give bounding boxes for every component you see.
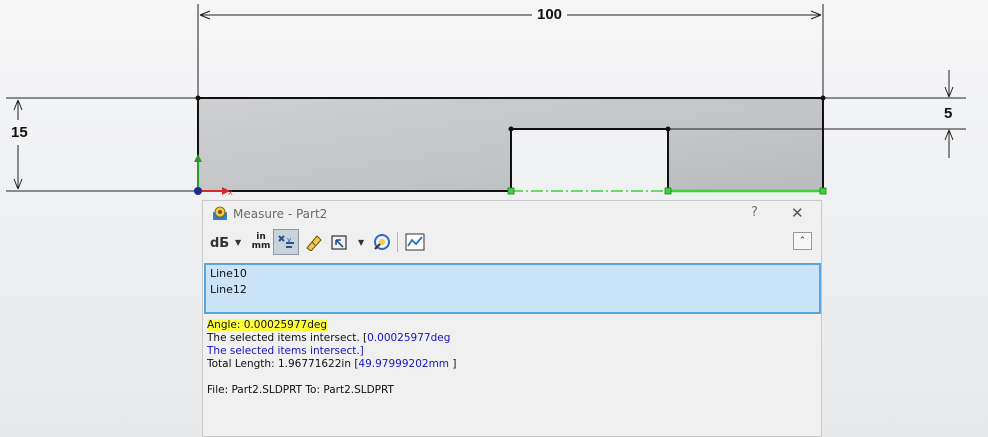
measure-history-button[interactable] <box>369 229 395 255</box>
dialog-title: Measure - Part2 <box>233 207 328 221</box>
measure-dialog: Measure - Part2 ? ✕ dБ ▼ in mm y ▼ ⌃ Lin… <box>202 200 822 437</box>
svg-text:X: X <box>228 189 233 197</box>
dimension-value-5[interactable]: 5 <box>944 106 952 122</box>
selected-endpoint[interactable] <box>507 187 515 195</box>
selection-list[interactable]: Line10 Line12 <box>204 263 821 314</box>
dimension-value-15[interactable]: 15 <box>11 125 28 141</box>
toolbar-separator <box>397 232 398 252</box>
intersect-text: The selected items intersect. [ <box>207 332 368 344</box>
total-length-text: Total Length: 1.96771622in [ <box>207 358 359 370</box>
close-button[interactable]: ✕ <box>791 204 804 222</box>
measure-titlebar[interactable]: Measure - Part2 ? ✕ <box>203 201 821 227</box>
svg-text:Y: Y <box>195 159 201 167</box>
sketch-point[interactable] <box>195 95 201 101</box>
measure-tool-icon <box>213 206 227 220</box>
angle-result: Angle: 0.00025977deg <box>207 319 328 331</box>
create-sensor-button[interactable] <box>402 229 428 255</box>
arc-circle-measure-button[interactable]: dБ <box>206 229 232 255</box>
collapse-button[interactable]: ⌃ <box>793 232 812 250</box>
selection-item[interactable]: Line10 <box>210 267 247 280</box>
intersect-angle-value: 0.00025977deg <box>367 332 451 344</box>
svg-text:dБ: dБ <box>210 236 229 251</box>
sketch-point[interactable] <box>820 95 826 101</box>
selected-endpoint[interactable] <box>664 187 672 195</box>
intersect-result-1: The selected items intersect. [0.0002597… <box>207 332 456 345</box>
dropdown-arrow-icon[interactable]: ▼ <box>235 238 241 247</box>
units-precision-icon: in mm <box>252 233 271 251</box>
file-info: File: Part2.SLDPRT To: Part2.SLDPRT <box>207 384 394 396</box>
arc-circle-measure-icon: dБ <box>210 236 229 251</box>
units-bottom-label: mm <box>251 241 271 251</box>
projection-icon <box>331 235 347 250</box>
dropdown-arrow-icon[interactable]: ▼ <box>358 238 364 247</box>
point-to-point-button[interactable] <box>300 229 326 255</box>
bracket-close: ] <box>449 358 457 370</box>
create-sensor-icon <box>405 233 425 251</box>
measure-toolbar: dБ ▼ in mm y ▼ <box>203 229 821 257</box>
total-length-result: Total Length: 1.96771622in [49.97999202m… <box>207 358 456 371</box>
dimension-value-100[interactable]: 100 <box>537 7 562 23</box>
svg-text:y: y <box>287 236 291 244</box>
intersect-result-2: The selected items intersect.] <box>207 345 364 357</box>
measure-history-icon <box>374 234 390 250</box>
sketch-point[interactable] <box>508 126 514 132</box>
measure-results: Angle: 0.00025977deg The selected items … <box>207 319 456 397</box>
xyz-measure-icon: y <box>278 235 294 248</box>
projection-button[interactable] <box>327 229 353 255</box>
units-precision-button[interactable]: in mm <box>248 229 274 255</box>
total-length-mm: 49.97999202mm <box>358 358 450 370</box>
selected-endpoint[interactable] <box>819 187 827 195</box>
point-to-point-icon <box>306 235 322 251</box>
blank-row <box>207 371 456 384</box>
selection-item[interactable]: Line12 <box>210 283 247 296</box>
xyz-measure-button[interactable]: y <box>273 229 299 255</box>
sketch-point[interactable] <box>665 126 671 132</box>
help-button[interactable]: ? <box>751 205 758 220</box>
